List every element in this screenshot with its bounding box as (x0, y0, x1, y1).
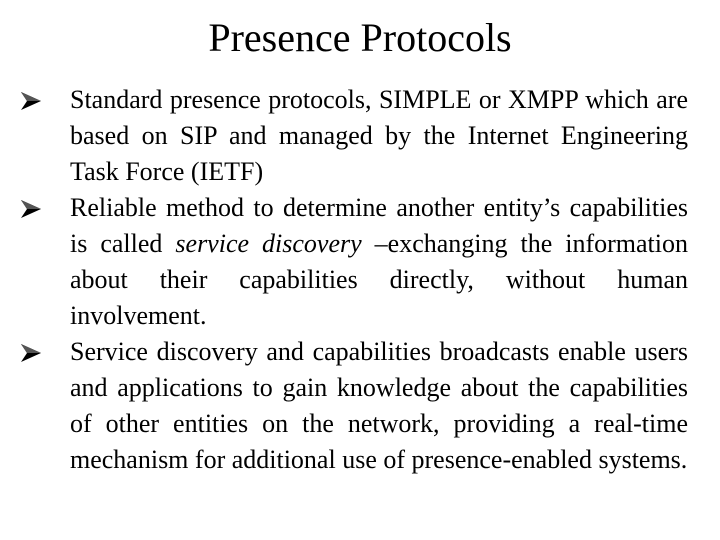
arrow-bullet-icon (20, 82, 42, 118)
slide-title: Presence Protocols (208, 15, 512, 60)
bullet-item: Service discovery and capabilities broad… (20, 334, 688, 478)
arrow-bullet-icon (20, 334, 42, 370)
bullet-item: Reliable method to determine another ent… (20, 190, 688, 334)
bullet-item: Standard presence protocols, SIMPLE or X… (20, 82, 688, 190)
bullet-text: Standard presence protocols, SIMPLE or X… (70, 85, 688, 186)
bullet-list: Standard presence protocols, SIMPLE or X… (20, 82, 688, 478)
arrow-bullet-icon (20, 190, 42, 226)
bullet-text-italic: service discovery (175, 229, 362, 258)
bullet-text: Service discovery and capabilities broad… (70, 337, 688, 474)
